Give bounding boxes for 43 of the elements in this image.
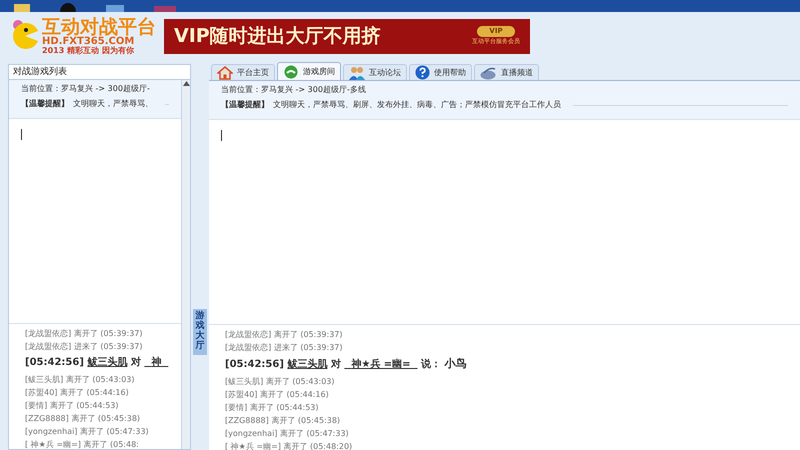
location-text: 当前位置：罗马复兴 -> 300超级厅-	[21, 83, 151, 95]
system-message: [龙战盟依恋] 进来了 (05:39:37)	[25, 341, 144, 353]
gamepad-icon	[283, 64, 299, 78]
panel-title: 对战游戏列表	[9, 65, 190, 80]
tab[interactable]: 直播频道	[474, 64, 539, 80]
tab[interactable]: 互动论坛	[343, 64, 407, 80]
tab[interactable]: 平台主页	[211, 64, 275, 80]
system-message: [ 神★兵 =幽=] 离开了 (05:48:20)	[225, 441, 354, 450]
notice-label: 【温馨提醒】	[221, 99, 269, 111]
logo-title: 互动对战平台	[42, 18, 156, 36]
location-text: 当前位置：罗马复兴 -> 300超级厅-多线	[221, 84, 367, 96]
logo-slogan: 2013 精彩互动 因为有你	[42, 46, 135, 54]
help-icon	[415, 65, 430, 80]
notice-text: 文明聊天，严禁辱骂、	[73, 98, 153, 110]
system-message: [鲅三头肌] 离开了 (05:43:03)	[25, 374, 136, 386]
chat-input-field[interactable]	[209, 120, 800, 325]
system-message: [苏盟40] 离开了 (05:44:16)	[25, 387, 130, 399]
chat-input-field[interactable]	[9, 119, 181, 324]
notice-text: 文明聊天，严禁辱骂、刷屏、发布外挂、病毒、广告；严禁模仿冒充平台工作人员	[273, 99, 561, 111]
notice-label: 【温馨提醒】	[21, 98, 69, 110]
chat-message: [05:42:56] 鲅三头肌 对 神	[25, 356, 162, 370]
system-message: [鲅三头肌] 离开了 (05:43:03)	[225, 376, 336, 388]
system-message: [龙战盟依恋] 离开了 (05:39:37)	[225, 329, 344, 341]
chat-message: [05:42:56] 鲅三头肌 对 神★兵 =幽= 说： 小鸟	[225, 356, 468, 372]
system-message: [ZZG8888] 离开了 (05:45:38)	[225, 415, 342, 427]
system-message: [ZZG8888] 离开了 (05:45:38)	[25, 413, 142, 425]
logo-domain: HD.FXT365.COM	[42, 36, 134, 46]
system-message: [要情] 离开了 (05:44:53)	[25, 400, 120, 412]
scrollbar[interactable]	[181, 80, 190, 449]
tab[interactable]: 使用帮助	[409, 64, 472, 80]
system-message: [要情] 离开了 (05:44:53)	[225, 402, 320, 414]
banner-text: VIP随时进出大厅不用挤	[174, 24, 381, 49]
side-tab[interactable]: 游戏大厅	[193, 309, 207, 355]
system-message: [ 神★兵 =幽=] 离开了 (05:48:	[25, 439, 140, 449]
system-message: [龙战盟依恋] 离开了 (05:39:37)	[25, 328, 144, 340]
house-icon	[217, 66, 233, 80]
system-message: [yongzenhai] 离开了 (05:47:33)	[225, 428, 350, 440]
users-icon	[349, 66, 365, 80]
system-message: [yongzenhai] 离开了 (05:47:33)	[25, 426, 150, 438]
satellite-dish-icon	[480, 66, 497, 80]
system-message: [龙战盟依恋] 进来了 (05:39:37)	[225, 342, 344, 354]
tab[interactable]: 游戏房间	[277, 62, 341, 80]
system-message: [苏盟40] 离开了 (05:44:16)	[225, 389, 330, 401]
